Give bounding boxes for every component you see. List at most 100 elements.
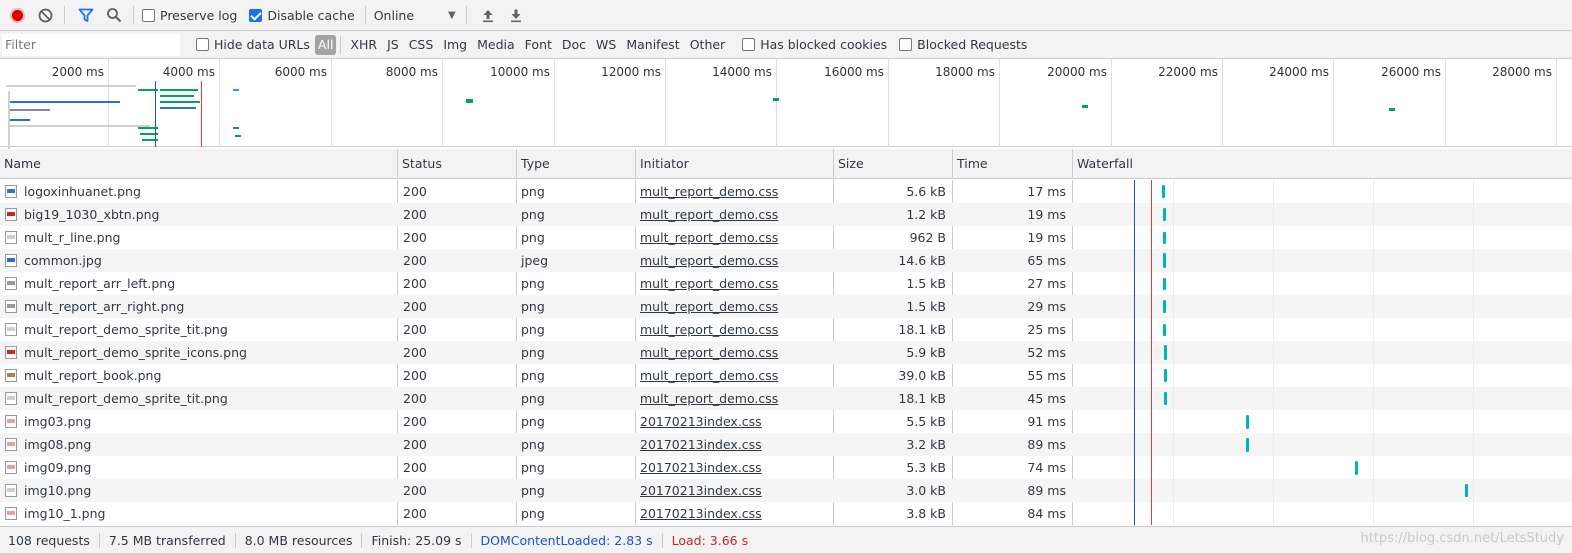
- table-row[interactable]: img10.png 200 png 20170213index.css 3.0 kB 89…: [0, 479, 1572, 502]
- cell-name[interactable]: img10.png: [0, 479, 397, 502]
- cell-name[interactable]: mult_report_arr_right.png: [0, 295, 397, 318]
- cell-name[interactable]: mult_report_arr_left.png: [0, 272, 397, 295]
- cell-initiator-link[interactable]: mult_report_demo.css: [636, 364, 833, 387]
- blocked-requests-box[interactable]: [899, 38, 913, 51]
- waterfall-bar[interactable]: [1355, 460, 1358, 475]
- waterfall-bar[interactable]: [1164, 345, 1167, 360]
- hide-data-urls-checkbox[interactable]: Hide data URLs: [196, 37, 310, 52]
- waterfall-bar[interactable]: [1246, 437, 1249, 452]
- cell-name[interactable]: mult_report_demo_sprite_tit.png: [0, 387, 397, 410]
- cell-initiator-link[interactable]: mult_report_demo.css: [636, 203, 833, 226]
- disable-cache-box[interactable]: [249, 8, 263, 22]
- table-row[interactable]: logoxinhuanet.png 200 png mult_report_demo.…: [0, 180, 1572, 203]
- cell-name[interactable]: logoxinhuanet.png: [0, 180, 397, 203]
- export-har-button[interactable]: [503, 2, 529, 28]
- cell-initiator-link[interactable]: mult_report_demo.css: [636, 387, 833, 410]
- cell-type: png: [521, 391, 545, 406]
- preserve-log-box[interactable]: [142, 8, 155, 22]
- cell-name[interactable]: big19_1030_xbtn.png: [0, 203, 397, 226]
- cell-initiator-link[interactable]: mult_report_demo.css: [636, 341, 833, 364]
- column-header-name[interactable]: Name: [0, 149, 398, 179]
- table-row[interactable]: mult_report_demo_sprite_tit.png 200 png mul…: [0, 387, 1572, 410]
- table-row[interactable]: img10_1.png 200 png 20170213index.css 3.8 kB…: [0, 502, 1572, 525]
- type-filter-ws[interactable]: WS: [591, 35, 621, 55]
- type-filter-css[interactable]: CSS: [404, 35, 439, 55]
- clear-button[interactable]: [32, 2, 58, 28]
- has-blocked-cookies-box[interactable]: [742, 38, 756, 51]
- waterfall-bar[interactable]: [1163, 277, 1166, 290]
- waterfall-bar[interactable]: [1163, 231, 1166, 244]
- cell-name[interactable]: mult_r_line.png: [0, 226, 397, 249]
- type-filter-manifest[interactable]: Manifest: [621, 35, 684, 55]
- throttling-select[interactable]: Online ▼: [374, 8, 456, 23]
- table-row[interactable]: mult_report_book.png 200 png mult_report_de…: [0, 364, 1572, 387]
- column-header-waterfall[interactable]: Waterfall: [1073, 149, 1572, 179]
- cell-name[interactable]: img08.png: [0, 433, 397, 456]
- cell-initiator-link[interactable]: 20170213index.css: [636, 479, 833, 502]
- table-row[interactable]: mult_r_line.png 200 png mult_report_demo.cs…: [0, 226, 1572, 249]
- table-row[interactable]: img08.png 200 png 20170213index.css 3.2 kB 89…: [0, 433, 1572, 456]
- table-row[interactable]: mult_report_demo_sprite_icons.png 200 png m…: [0, 341, 1572, 364]
- has-blocked-cookies-checkbox[interactable]: Has blocked cookies: [742, 37, 887, 52]
- table-row[interactable]: mult_report_arr_right.png 200 png mult_repo…: [0, 295, 1572, 318]
- hide-data-urls-label: Hide data URLs: [214, 37, 310, 52]
- table-row[interactable]: big19_1030_xbtn.png 200 png mult_report_dem…: [0, 203, 1572, 226]
- type-filter-font[interactable]: Font: [520, 35, 557, 55]
- type-filter-js[interactable]: JS: [382, 35, 404, 55]
- waterfall-bar[interactable]: [1164, 369, 1167, 382]
- cell-name[interactable]: mult_report_demo_sprite_icons.png: [0, 341, 397, 364]
- waterfall-bar[interactable]: [1164, 392, 1167, 405]
- cell-initiator-link[interactable]: mult_report_demo.css: [636, 180, 833, 203]
- cell-name[interactable]: mult_report_demo_sprite_tit.png: [0, 318, 397, 341]
- column-header-status[interactable]: Status: [398, 149, 517, 179]
- disable-cache-checkbox[interactable]: Disable cache: [249, 8, 355, 23]
- preserve-log-checkbox[interactable]: Preserve log: [142, 8, 237, 23]
- overview-gridline: [1333, 59, 1334, 147]
- import-har-button[interactable]: [475, 2, 501, 28]
- waterfall-bar[interactable]: [1246, 414, 1249, 429]
- waterfall-bar[interactable]: [1163, 300, 1166, 313]
- cell-name[interactable]: common.jpg: [0, 249, 397, 272]
- type-filter-media[interactable]: Media: [472, 35, 520, 55]
- table-row[interactable]: img09.png 200 png 20170213index.css 5.3 kB 74…: [0, 456, 1572, 479]
- table-row[interactable]: img03.png 200 png 20170213index.css 5.5 kB 91…: [0, 410, 1572, 433]
- cell-initiator-link[interactable]: 20170213index.css: [636, 502, 833, 525]
- cell-name[interactable]: img09.png: [0, 456, 397, 479]
- waterfall-gridline: [1473, 180, 1474, 525]
- waterfall-bar[interactable]: [1163, 253, 1166, 268]
- type-filter-other[interactable]: Other: [685, 35, 731, 55]
- waterfall-bar[interactable]: [1163, 323, 1166, 336]
- filter-input[interactable]: [2, 33, 180, 56]
- filter-toggle-button[interactable]: [73, 2, 99, 28]
- column-header-size[interactable]: Size: [834, 149, 953, 179]
- cell-initiator-link[interactable]: mult_report_demo.css: [636, 272, 833, 295]
- type-filter-all[interactable]: All: [314, 34, 337, 55]
- table-row[interactable]: common.jpg 200 jpeg mult_report_demo.css 14.…: [0, 249, 1572, 272]
- waterfall-bar[interactable]: [1465, 484, 1468, 497]
- column-header-time[interactable]: Time: [953, 149, 1073, 179]
- table-row[interactable]: mult_report_arr_left.png 200 png mult_repor…: [0, 272, 1572, 295]
- cell-initiator-link[interactable]: mult_report_demo.css: [636, 226, 833, 249]
- cell-initiator-link[interactable]: 20170213index.css: [636, 433, 833, 456]
- cell-initiator-link[interactable]: 20170213index.css: [636, 410, 833, 433]
- cell-name[interactable]: img03.png: [0, 410, 397, 433]
- timeline-overview[interactable]: 2000 ms 4000 ms 6000 ms 8000 ms 10000 ms 1200…: [0, 59, 1572, 151]
- record-button[interactable]: [4, 2, 30, 28]
- hide-data-urls-box[interactable]: [196, 38, 209, 51]
- cell-initiator-link[interactable]: mult_report_demo.css: [636, 318, 833, 341]
- cell-initiator-link[interactable]: mult_report_demo.css: [636, 295, 833, 318]
- search-button[interactable]: [101, 2, 127, 28]
- column-header-type[interactable]: Type: [517, 149, 636, 179]
- type-filter-xhr[interactable]: XHR: [345, 35, 382, 55]
- cell-initiator-link[interactable]: 20170213index.css: [636, 456, 833, 479]
- cell-initiator-link[interactable]: mult_report_demo.css: [636, 249, 833, 272]
- cell-name[interactable]: img10_1.png: [0, 502, 397, 525]
- blocked-requests-checkbox[interactable]: Blocked Requests: [899, 37, 1027, 52]
- cell-name[interactable]: mult_report_book.png: [0, 364, 397, 387]
- type-filter-doc[interactable]: Doc: [557, 35, 591, 55]
- table-row[interactable]: mult_report_demo_sprite_tit.png 200 png mul…: [0, 318, 1572, 341]
- column-header-initiator[interactable]: Initiator: [636, 149, 834, 179]
- type-filter-img[interactable]: Img: [438, 35, 472, 55]
- waterfall-bar[interactable]: [1162, 185, 1165, 198]
- waterfall-bar[interactable]: [1163, 208, 1166, 221]
